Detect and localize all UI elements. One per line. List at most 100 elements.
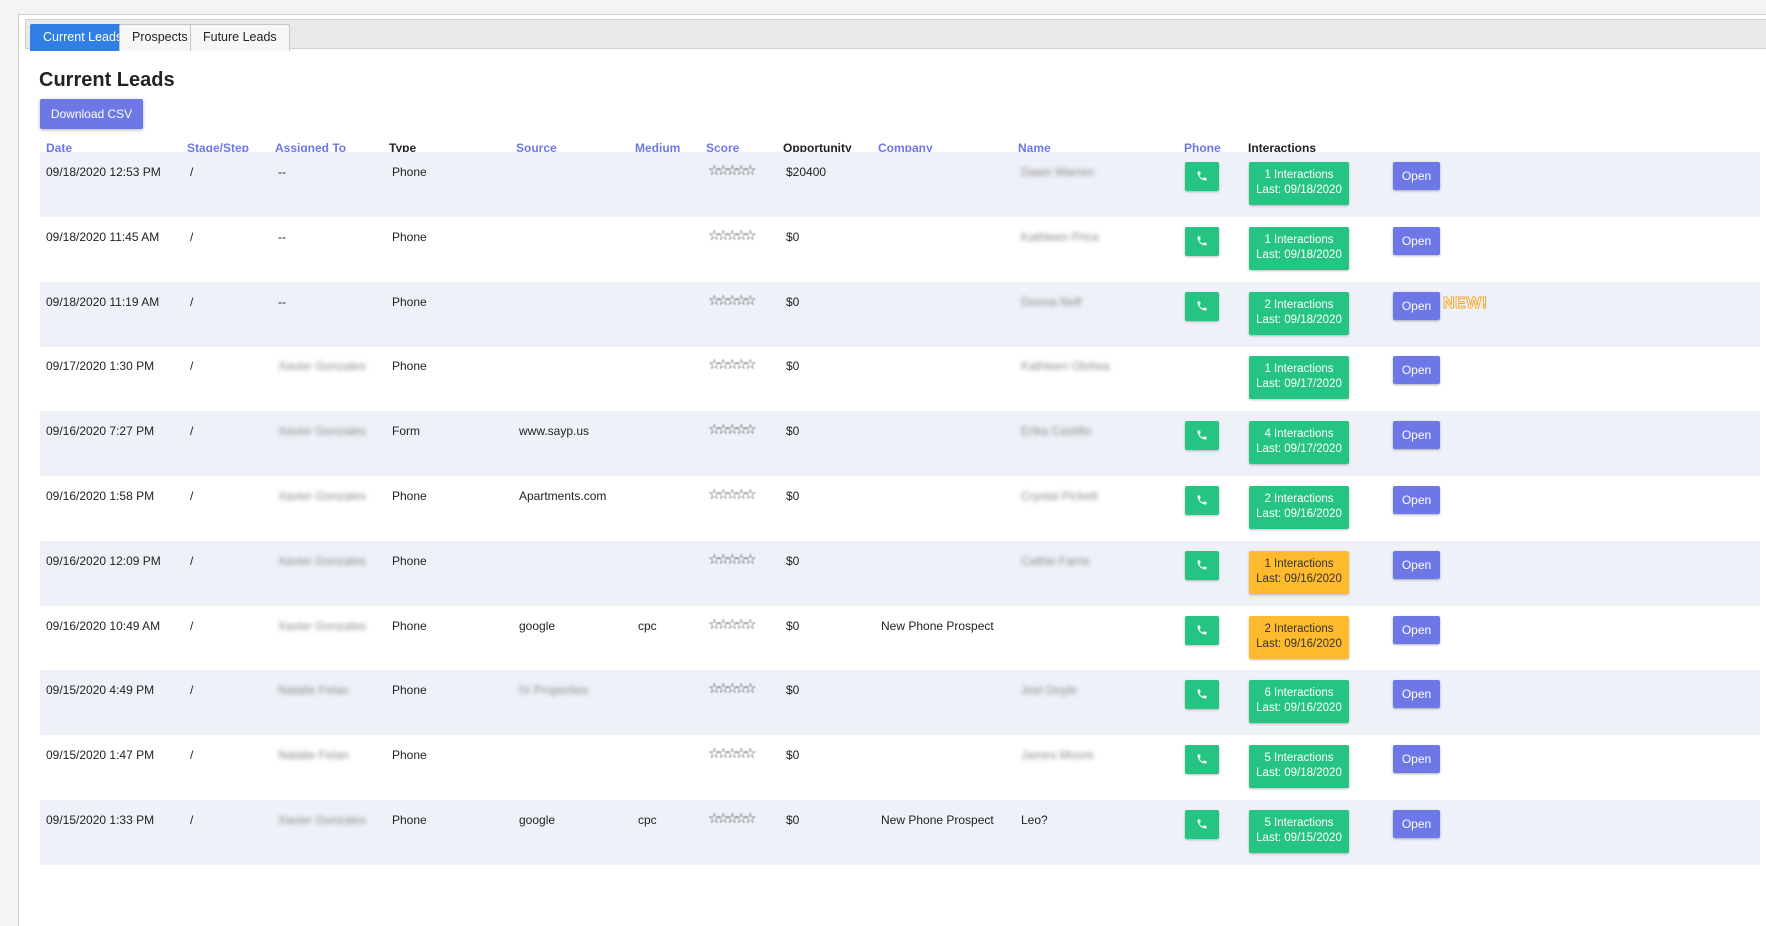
star-icon[interactable]: ☆ bbox=[708, 421, 721, 438]
star-icon[interactable]: ☆ bbox=[708, 356, 721, 373]
star-icon[interactable]: ☆ bbox=[735, 680, 748, 697]
star-icon[interactable]: ☆ bbox=[717, 421, 730, 438]
score-stars[interactable]: ☆☆☆☆☆ bbox=[708, 745, 757, 762]
star-icon[interactable]: ☆ bbox=[717, 292, 730, 309]
call-button[interactable] bbox=[1185, 680, 1219, 710]
star-icon[interactable]: ☆ bbox=[708, 680, 721, 697]
open-lead-button[interactable]: Open bbox=[1393, 745, 1440, 774]
interactions-button[interactable]: 5 Interactions Last: 09/18/2020 bbox=[1249, 745, 1349, 789]
call-button[interactable] bbox=[1185, 550, 1219, 580]
star-icon[interactable]: ☆ bbox=[726, 421, 739, 438]
star-icon[interactable]: ☆ bbox=[726, 551, 739, 568]
star-icon[interactable]: ☆ bbox=[735, 616, 748, 633]
star-icon[interactable]: ☆ bbox=[717, 551, 730, 568]
score-stars[interactable]: ☆☆☆☆☆ bbox=[708, 162, 757, 179]
star-icon[interactable]: ☆ bbox=[735, 551, 748, 568]
star-icon[interactable]: ☆ bbox=[726, 356, 739, 373]
star-icon[interactable]: ☆ bbox=[726, 680, 739, 697]
interactions-button[interactable]: 2 Interactions Last: 09/16/2020 bbox=[1249, 615, 1349, 659]
call-button[interactable] bbox=[1185, 291, 1219, 321]
star-icon[interactable]: ☆ bbox=[744, 292, 757, 309]
star-icon[interactable]: ☆ bbox=[735, 162, 748, 179]
star-icon[interactable]: ☆ bbox=[717, 227, 730, 244]
tab-prospects[interactable]: Prospects bbox=[119, 24, 201, 51]
star-icon[interactable]: ☆ bbox=[717, 680, 730, 697]
score-stars[interactable]: ☆☆☆☆☆ bbox=[708, 810, 757, 827]
star-icon[interactable]: ☆ bbox=[717, 616, 730, 633]
open-lead-button[interactable]: Open bbox=[1393, 486, 1440, 514]
star-icon[interactable]: ☆ bbox=[735, 356, 748, 373]
interactions-button[interactable]: 4 Interactions Last: 09/17/2020 bbox=[1249, 421, 1349, 465]
star-icon[interactable]: ☆ bbox=[717, 356, 730, 373]
open-lead-button[interactable]: Open bbox=[1393, 421, 1440, 450]
tab-future-leads[interactable]: Future Leads bbox=[190, 24, 290, 51]
star-icon[interactable]: ☆ bbox=[726, 810, 739, 827]
star-icon[interactable]: ☆ bbox=[744, 227, 757, 244]
open-lead-button[interactable]: Open bbox=[1393, 615, 1440, 644]
open-lead-button[interactable]: Open bbox=[1393, 291, 1440, 320]
star-icon[interactable]: ☆ bbox=[744, 810, 757, 827]
star-icon[interactable]: ☆ bbox=[744, 486, 757, 503]
star-icon[interactable]: ☆ bbox=[708, 486, 721, 503]
interactions-button[interactable]: 1 Interactions Last: 09/16/2020 bbox=[1249, 550, 1349, 594]
star-icon[interactable]: ☆ bbox=[708, 616, 721, 633]
score-stars[interactable]: ☆☆☆☆☆ bbox=[708, 551, 757, 568]
star-icon[interactable]: ☆ bbox=[708, 162, 721, 179]
star-icon[interactable]: ☆ bbox=[744, 680, 757, 697]
open-lead-button[interactable]: Open bbox=[1393, 356, 1440, 385]
score-stars[interactable]: ☆☆☆☆☆ bbox=[708, 680, 757, 697]
star-icon[interactable]: ☆ bbox=[717, 162, 730, 179]
open-lead-button[interactable]: Open bbox=[1393, 226, 1440, 255]
star-icon[interactable]: ☆ bbox=[744, 356, 757, 373]
star-icon[interactable]: ☆ bbox=[744, 616, 757, 633]
open-lead-button[interactable]: Open bbox=[1393, 810, 1440, 838]
open-lead-button[interactable]: Open bbox=[1393, 680, 1440, 709]
call-button[interactable] bbox=[1185, 162, 1219, 191]
call-button[interactable] bbox=[1185, 486, 1219, 515]
star-icon[interactable]: ☆ bbox=[717, 486, 730, 503]
score-stars[interactable]: ☆☆☆☆☆ bbox=[708, 616, 757, 633]
call-button[interactable] bbox=[1185, 810, 1219, 839]
call-button[interactable] bbox=[1185, 745, 1219, 775]
score-stars[interactable]: ☆☆☆☆☆ bbox=[708, 292, 757, 309]
star-icon[interactable]: ☆ bbox=[717, 810, 730, 827]
call-button[interactable] bbox=[1185, 421, 1219, 451]
star-icon[interactable]: ☆ bbox=[744, 162, 757, 179]
star-icon[interactable]: ☆ bbox=[726, 616, 739, 633]
star-icon[interactable]: ☆ bbox=[708, 227, 721, 244]
open-lead-button[interactable]: Open bbox=[1393, 550, 1440, 579]
star-icon[interactable]: ☆ bbox=[735, 745, 748, 762]
score-stars[interactable]: ☆☆☆☆☆ bbox=[708, 421, 757, 438]
star-icon[interactable]: ☆ bbox=[744, 745, 757, 762]
star-icon[interactable]: ☆ bbox=[708, 292, 721, 309]
star-icon[interactable]: ☆ bbox=[708, 810, 721, 827]
download-csv-button[interactable]: Download CSV bbox=[40, 99, 143, 129]
interactions-button[interactable]: 2 Interactions Last: 09/16/2020 bbox=[1249, 486, 1349, 529]
star-icon[interactable]: ☆ bbox=[708, 745, 721, 762]
interactions-button[interactable]: 1 Interactions Last: 09/17/2020 bbox=[1249, 356, 1349, 400]
score-stars[interactable]: ☆☆☆☆☆ bbox=[708, 227, 757, 244]
star-icon[interactable]: ☆ bbox=[744, 551, 757, 568]
star-icon[interactable]: ☆ bbox=[726, 227, 739, 244]
interactions-button[interactable]: 6 Interactions Last: 09/16/2020 bbox=[1249, 680, 1349, 724]
interactions-button[interactable]: 1 Interactions Last: 09/18/2020 bbox=[1249, 226, 1349, 270]
interactions-button[interactable]: 1 Interactions Last: 09/18/2020 bbox=[1249, 162, 1349, 205]
score-stars[interactable]: ☆☆☆☆☆ bbox=[708, 356, 757, 373]
star-icon[interactable]: ☆ bbox=[735, 292, 748, 309]
star-icon[interactable]: ☆ bbox=[735, 421, 748, 438]
star-icon[interactable]: ☆ bbox=[708, 551, 721, 568]
open-lead-button[interactable]: Open bbox=[1393, 162, 1440, 190]
star-icon[interactable]: ☆ bbox=[717, 745, 730, 762]
interactions-button[interactable]: 5 Interactions Last: 09/15/2020 bbox=[1249, 810, 1349, 853]
star-icon[interactable]: ☆ bbox=[726, 745, 739, 762]
call-button[interactable] bbox=[1185, 226, 1219, 256]
call-button[interactable] bbox=[1185, 615, 1219, 645]
star-icon[interactable]: ☆ bbox=[744, 421, 757, 438]
star-icon[interactable]: ☆ bbox=[726, 292, 739, 309]
star-icon[interactable]: ☆ bbox=[726, 162, 739, 179]
star-icon[interactable]: ☆ bbox=[735, 486, 748, 503]
star-icon[interactable]: ☆ bbox=[726, 486, 739, 503]
interactions-button[interactable]: 2 Interactions Last: 09/18/2020 bbox=[1249, 291, 1349, 335]
star-icon[interactable]: ☆ bbox=[735, 810, 748, 827]
star-icon[interactable]: ☆ bbox=[735, 227, 748, 244]
